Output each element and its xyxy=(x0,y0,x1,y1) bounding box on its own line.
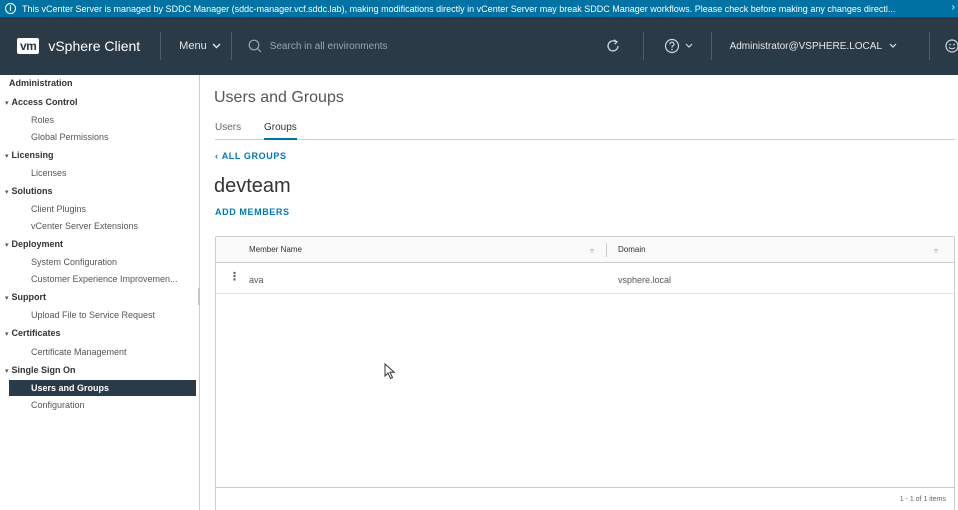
sidebar-item-client-plugins[interactable]: Client Plugins xyxy=(31,204,86,214)
datagrid-footer: 1 - 1 of 1 items xyxy=(216,487,954,510)
mouse-cursor-icon xyxy=(384,363,396,380)
sidebar-item-vcenter-server-extensions[interactable]: vCenter Server Extensions xyxy=(31,221,138,231)
chevron-down-icon xyxy=(212,43,221,49)
sidebar-group-solutions[interactable]: ▾ Solutions xyxy=(5,186,53,196)
sidebar-root-administration[interactable]: Administration xyxy=(9,78,73,88)
sidebar-group-licensing[interactable]: ▾ Licensing xyxy=(5,150,54,160)
global-search[interactable]: Search in all environments xyxy=(248,39,608,53)
sidebar-item-global-permissions[interactable]: Global Permissions xyxy=(31,132,109,142)
sidebar-item-customer-experience[interactable]: Customer Experience Improvemen... xyxy=(31,274,178,284)
sidebar-group-single-sign-on[interactable]: ▾ Single Sign On xyxy=(5,365,76,375)
sidebar-item-configuration[interactable]: Configuration xyxy=(31,400,85,410)
back-to-all-groups-link[interactable]: ‹ ALL GROUPS xyxy=(215,151,287,161)
banner-message: This vCenter Server is managed by SDDC M… xyxy=(22,3,896,14)
pagination-count: 1 - 1 of 1 items xyxy=(899,496,946,503)
banner-expand-icon[interactable]: › xyxy=(952,2,955,13)
filter-icon[interactable]: ▿ xyxy=(934,246,938,255)
caret-down-icon: ▾ xyxy=(5,368,9,375)
search-icon xyxy=(248,39,262,53)
sidebar-item-upload-file[interactable]: Upload File to Service Request xyxy=(31,310,155,320)
sidebar-group-deployment[interactable]: ▾ Deployment xyxy=(5,239,63,249)
sidebar-item-certificate-management[interactable]: Certificate Management xyxy=(31,347,127,357)
sidebar-item-licenses[interactable]: Licenses xyxy=(31,168,67,178)
caret-down-icon: ▾ xyxy=(5,331,9,338)
sidebar-item-users-and-groups[interactable]: Users and Groups xyxy=(9,380,196,396)
chevron-down-icon xyxy=(685,43,693,48)
refresh-icon[interactable] xyxy=(605,38,621,54)
user-name: Administrator@VSPHERE.LOCAL xyxy=(729,40,882,52)
app-logo[interactable]: vm vSphere Client xyxy=(17,17,140,75)
user-menu[interactable]: Administrator@VSPHERE.LOCAL xyxy=(730,41,897,52)
tab-bar: Users Groups xyxy=(215,122,955,140)
cell-member-name: ava xyxy=(249,275,264,285)
info-icon: i xyxy=(5,3,16,14)
header-divider xyxy=(230,32,232,60)
caret-down-icon: ▾ xyxy=(5,189,9,196)
table-row[interactable]: ⋮ ava vsphere.local xyxy=(216,264,954,294)
header-actions: Administrator@VSPHERE.LOCAL xyxy=(605,17,958,75)
help-icon xyxy=(664,38,679,54)
page-title: Users and Groups xyxy=(214,89,344,106)
column-header-domain[interactable]: Domain xyxy=(618,245,646,254)
add-members-button[interactable]: ADD MEMBERS xyxy=(215,207,290,217)
caret-down-icon: ▾ xyxy=(5,295,9,302)
column-header-member-name[interactable]: Member Name xyxy=(249,245,302,254)
admin-sidebar: Administration ▾ Access Control Roles Glo… xyxy=(0,75,200,510)
sidebar-item-system-configuration[interactable]: System Configuration xyxy=(31,257,117,267)
feedback-smiley-icon[interactable] xyxy=(944,38,958,54)
caret-down-icon: ▾ xyxy=(5,100,9,107)
column-resize-handle[interactable] xyxy=(606,243,607,257)
notification-banner: i This vCenter Server is managed by SDDC… xyxy=(0,0,958,17)
header-divider xyxy=(710,32,712,60)
sidebar-group-support[interactable]: ▾ Support xyxy=(5,292,46,302)
sidebar-group-certificates[interactable]: ▾ Certificates xyxy=(5,328,61,338)
header-divider xyxy=(929,32,930,60)
row-actions-icon[interactable]: ⋮ xyxy=(229,270,240,283)
filter-icon[interactable]: ▿ xyxy=(590,246,594,255)
group-name-heading: devteam xyxy=(214,175,291,197)
app-title: vSphere Client xyxy=(48,38,141,54)
chevron-down-icon xyxy=(889,43,897,48)
header-divider xyxy=(642,32,644,60)
members-datagrid: Member Name ▿ Domain ▿ ⋮ ava vsphere.loc… xyxy=(215,236,955,510)
header-divider xyxy=(160,32,162,60)
caret-down-icon: ▾ xyxy=(5,153,9,160)
cell-domain: vsphere.local xyxy=(618,275,672,285)
tab-users[interactable]: Users xyxy=(215,122,241,140)
caret-down-icon: ▾ xyxy=(5,242,9,249)
search-input[interactable]: Search in all environments xyxy=(270,41,388,52)
chevron-left-icon: ‹ xyxy=(215,151,222,161)
sidebar-group-access-control[interactable]: ▾ Access Control xyxy=(5,97,78,107)
menu-label: Menu xyxy=(179,40,207,52)
tab-groups[interactable]: Groups xyxy=(264,122,297,140)
help-menu[interactable] xyxy=(664,38,693,54)
top-header: vm vSphere Client Menu Search in all env… xyxy=(0,17,958,75)
vmware-logo-icon: vm xyxy=(17,38,40,54)
sidebar-item-roles[interactable]: Roles xyxy=(31,115,54,125)
main-content: Users and Groups Users Groups ‹ ALL GROU… xyxy=(200,75,958,510)
datagrid-header: Member Name ▿ Domain ▿ xyxy=(216,237,954,263)
menu-button[interactable]: Menu xyxy=(179,40,221,52)
